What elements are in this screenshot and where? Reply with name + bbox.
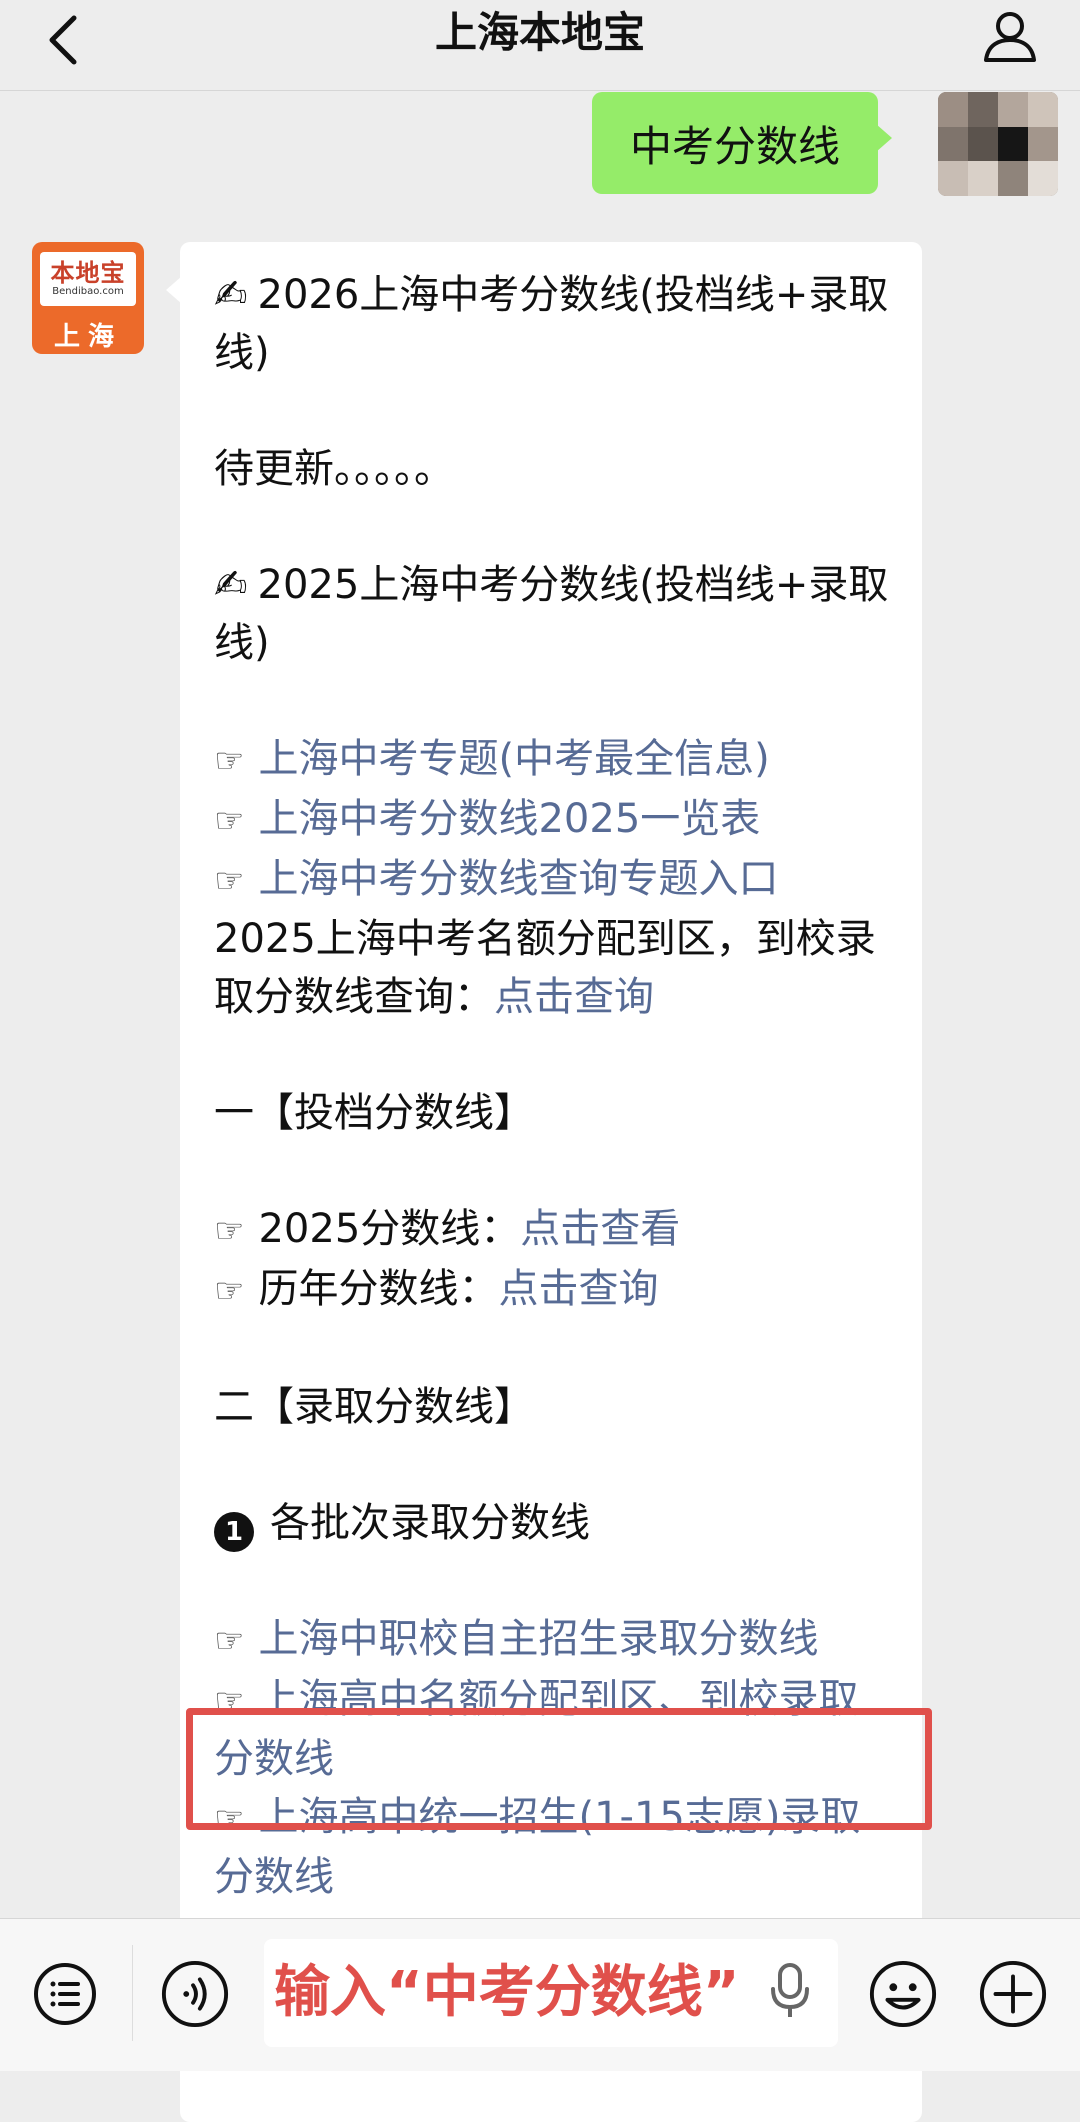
incoming-message-bubble: ✍ 2026上海中考分数线(投档线+录取线) 待更新。。。。。 ✍ 2025上海中考… [166,242,922,2122]
avatar-city: 上海 [53,322,122,352]
score-history-row: ☞ 历年分数线：点击查询 [214,1266,659,1312]
mic-button[interactable] [768,1961,812,2025]
message-content: ✍ 2026上海中考分数线(投档线+录取线) 待更新。。。。。 ✍ 2025上海中考… [214,266,894,1906]
outgoing-message-bubble[interactable]: 中考分数线 [591,92,893,194]
chat-header: 上海本地宝 [0,0,1080,91]
writing-hand-icon: ✍ [214,562,248,608]
bendibao-logo: 本地宝 Bendibao.com [40,252,136,306]
pointing-hand-icon: ☞ [214,1271,245,1311]
avatar-url: Bendibao.com [52,286,124,297]
section-toudang-title: 一【投档分数线】 [214,1090,534,1136]
pointing-hand-icon: ☞ [214,1211,245,1251]
writing-hand-icon: ✍ [214,272,248,318]
score-2025-link[interactable]: 点击查看 [520,1206,680,1252]
bendibao-avatar[interactable]: 本地宝 Bendibao.com 上海 [32,242,144,354]
quota-query-link[interactable]: 点击查询 [494,974,654,1020]
message-input[interactable]: 输入“中考分数线” [264,1939,838,2047]
emoji-icon [869,1960,937,2028]
menu-list-icon [34,1963,96,2025]
pointing-hand-icon: ☞ [214,1621,245,1661]
chat-title: 上海本地宝 [434,8,645,57]
score-2025-row: ☞ 2025分数线：点击查看 [214,1206,681,1252]
heading-2025: ✍ 2025上海中考分数线(投档线+录取线) [214,562,889,666]
link-zhongkao-topic[interactable]: ☞ 上海中考专题(中考最全信息) [214,730,894,790]
outgoing-message-text: 中考分数线 [629,121,840,171]
heading-2026: ✍ 2026上海中考分数线(投档线+录取线) [214,272,889,376]
profile-button[interactable] [980,6,1040,66]
divider [132,1945,133,2041]
link-score-table-2025[interactable]: ☞ 上海中考分数线2025一览表 [214,790,894,850]
highlight-box [186,1708,932,1830]
chat-input-bar: 输入“中考分数线” [0,1918,1080,2071]
score-history-link[interactable]: 点击查询 [498,1266,658,1312]
input-hint-text: 输入“中考分数线” [274,1960,740,2025]
voice-button[interactable] [160,1959,230,2029]
emoji-button[interactable] [868,1959,938,2029]
menu-button[interactable] [30,1959,100,2029]
pointing-hand-icon: ☞ [214,741,245,781]
my-avatar[interactable] [938,92,1058,196]
pointing-hand-icon: ☞ [214,861,245,901]
mic-icon [771,1963,809,2017]
avatar-brand: 本地宝 [50,259,126,287]
plus-icon [979,1960,1047,2028]
pending-update-text: 待更新。。。。。 [214,446,454,492]
link-score-query-entry[interactable]: ☞ 上海中考分数线查询专题入口 [214,850,894,910]
quota-query-text: 2025上海中考名额分配到区，到校录取分数线查询：点击查询 [214,916,876,1020]
voice-icon [161,1960,229,2028]
pointing-hand-icon: ☞ [214,801,245,841]
section-luqu-title: 二【录取分数线】 [214,1384,534,1430]
number-one-badge: 1 [214,1512,254,1552]
link-vocational-scores[interactable]: ☞ 上海中职校自主招生录取分数线 [214,1610,894,1670]
batch-scores-heading: 1 各批次录取分数线 [214,1494,894,1552]
plus-button[interactable] [978,1959,1048,2029]
user-icon [984,12,1036,62]
